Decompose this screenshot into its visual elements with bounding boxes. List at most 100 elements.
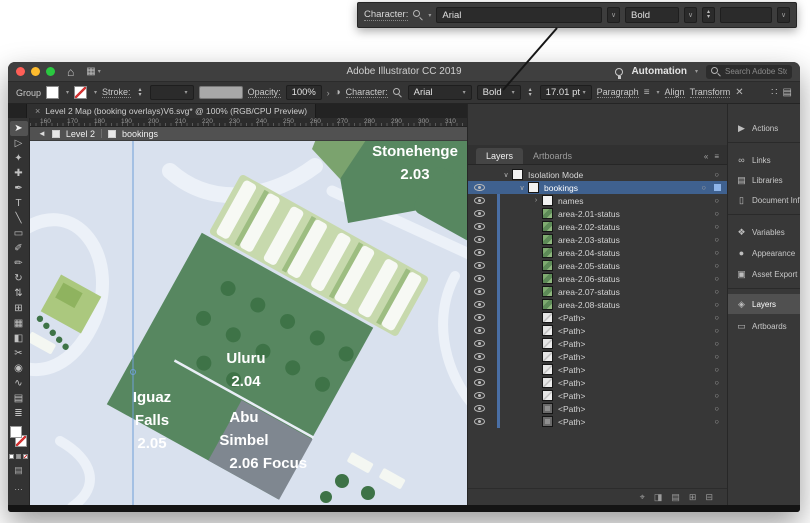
tool-type[interactable]: T [10,196,28,211]
layer-row-names[interactable]: › names ○ [468,194,727,207]
new-layer-icon[interactable]: ⊞ [689,492,697,503]
character-label[interactable]: Character: [346,87,388,98]
chevron-down-icon[interactable]: ▾ [94,89,97,96]
visibility-toggle[interactable] [468,288,490,295]
font-size-stepper[interactable]: ▴▾ [526,86,535,100]
expand-caret-icon[interactable]: ∨ [516,184,528,192]
layer-thumbnail[interactable] [542,364,553,375]
visibility-toggle[interactable] [468,405,490,412]
tool-scale[interactable]: ⇅ [10,286,28,301]
tool-pen[interactable]: ✒ [10,181,28,196]
tool-hand-zoom[interactable]: ≣ [10,406,28,421]
visibility-toggle[interactable] [468,340,490,347]
clipping-mask-icon[interactable]: ◨ [654,492,663,503]
target-icon[interactable]: ○ [714,352,719,361]
tool-shape-builder[interactable]: ◧ [10,331,28,346]
tool-selection[interactable]: ➤ [10,121,28,136]
layer-thumbnail[interactable] [542,299,553,310]
new-sublayer-icon[interactable]: ▤ [671,492,680,503]
visibility-toggle[interactable] [468,392,490,399]
target-icon[interactable]: ○ [714,196,719,205]
recolor-artwork-icon[interactable]: ◑ [335,87,341,98]
layer-row-isolation-mode[interactable]: ∨ Isolation Mode ○ [468,168,727,181]
fill-white-swatch[interactable] [10,426,22,438]
layer-row-area-status[interactable]: area-2.08-status ○ [468,298,727,311]
stock-search-input[interactable]: Search Adobe Stock [706,65,792,79]
locate-object-icon[interactable]: ⌖ [640,492,645,503]
panel-menu-icon[interactable]: ≡ [714,152,719,161]
layer-row-path[interactable]: <Path> ○ [468,324,727,337]
font-style-select[interactable]: Bold [625,7,679,23]
layer-row-path[interactable]: <Path> ○ [468,415,727,428]
opacity-field[interactable]: 100% [286,85,322,100]
dots-icon[interactable]: ∷ [771,87,777,98]
map-artwork[interactable] [30,141,467,505]
font-family-select[interactable]: Arial▾ [408,85,472,100]
layer-row-area-status[interactable]: area-2.05-status ○ [468,259,727,272]
tool-rotate[interactable]: ↻ [10,271,28,286]
dock-item-links[interactable]: ∞ Links [728,150,800,170]
layer-thumbnail[interactable] [542,208,553,219]
target-icon[interactable]: ○ [714,209,719,218]
layer-row-path[interactable]: <Path> ○ [468,337,727,350]
layer-row-area-status[interactable]: area-2.03-status ○ [468,233,727,246]
target-icon[interactable]: ○ [714,378,719,387]
target-icon[interactable]: ○ [714,339,719,348]
layer-thumbnail[interactable] [542,325,553,336]
visibility-toggle[interactable] [468,327,490,334]
visibility-toggle[interactable] [468,197,490,204]
tool-lasso[interactable]: ✚ [10,166,28,181]
target-icon[interactable]: ○ [714,313,719,322]
collapse-panel-icon[interactable]: « [704,152,708,161]
close-window-button[interactable] [16,67,25,76]
visibility-toggle[interactable] [468,275,490,282]
selected-art-indicator[interactable] [714,184,721,191]
layer-row-path[interactable]: <Path> ○ [468,311,727,324]
layer-row-area-status[interactable]: area-2.04-status ○ [468,246,727,259]
visibility-toggle[interactable] [468,353,490,360]
layer-thumbnail[interactable] [542,351,553,362]
expand-caret-icon[interactable]: ∨ [500,171,512,179]
stroke-label[interactable]: Stroke: [102,87,131,98]
font-size-select[interactable]: 17.01 pt▾ [540,85,592,100]
stroke-weight-stepper[interactable]: ▴▾ [136,86,145,100]
font-family-select[interactable]: Arial [436,7,602,23]
target-icon[interactable]: ○ [714,365,719,374]
exit-isolation-icon[interactable]: ◄ [38,129,46,138]
font-size-caret[interactable]: ∨ [777,7,790,23]
visibility-toggle[interactable] [468,418,490,425]
tool-line-segment[interactable]: ╲ [10,211,28,226]
document-tab[interactable]: × Level 2 Map (booking overlays)V6.svg* … [26,104,316,118]
visibility-toggle[interactable] [468,223,490,230]
color-mode-buttons[interactable] [9,454,28,459]
layer-row-area-status[interactable]: area-2.02-status ○ [468,220,727,233]
tool-width[interactable]: ⊞ [10,301,28,316]
paragraph-align-icon[interactable]: ≡ [644,87,650,98]
tool-blend[interactable]: ∿ [10,376,28,391]
target-icon[interactable]: ○ [714,222,719,231]
close-tab-icon[interactable]: × [35,106,40,116]
dock-item-libraries[interactable]: ▤ Libraries [728,170,800,190]
font-family-caret[interactable]: ∨ [607,7,620,23]
font-style-select[interactable]: Bold▾ [477,85,521,100]
font-size-stepper[interactable]: ▴▾ [702,7,715,23]
layer-thumbnail[interactable] [542,234,553,245]
layer-row-bookings[interactable]: ∨ bookings ○ [468,181,727,194]
visibility-toggle[interactable] [468,236,490,243]
target-icon[interactable]: ○ [714,248,719,257]
tool-magic-wand[interactable]: ✦ [10,151,28,166]
visibility-toggle[interactable] [468,379,490,386]
arrange-icon[interactable]: ✕ [735,87,743,98]
workspace-switcher[interactable]: Automation [631,66,687,77]
layer-thumbnail[interactable] [542,338,553,349]
dock-item-document-info[interactable]: ▯ Document Info [728,190,800,210]
paragraph-label[interactable]: Paragraph [597,87,639,98]
layer-row-area-status[interactable]: area-2.07-status ○ [468,285,727,298]
layer-thumbnail[interactable] [528,182,539,193]
canvas[interactable]: Stonehenge2.03 Uluru2.04 IguazFalls2.05 … [30,141,467,505]
visibility-toggle[interactable] [468,314,490,321]
dock-item-asset-export[interactable]: ▣ Asset Export [728,264,800,284]
fill-stroke-swatches[interactable] [9,426,29,450]
target-icon[interactable]: ○ [714,274,719,283]
width-profile-select[interactable] [199,86,243,99]
